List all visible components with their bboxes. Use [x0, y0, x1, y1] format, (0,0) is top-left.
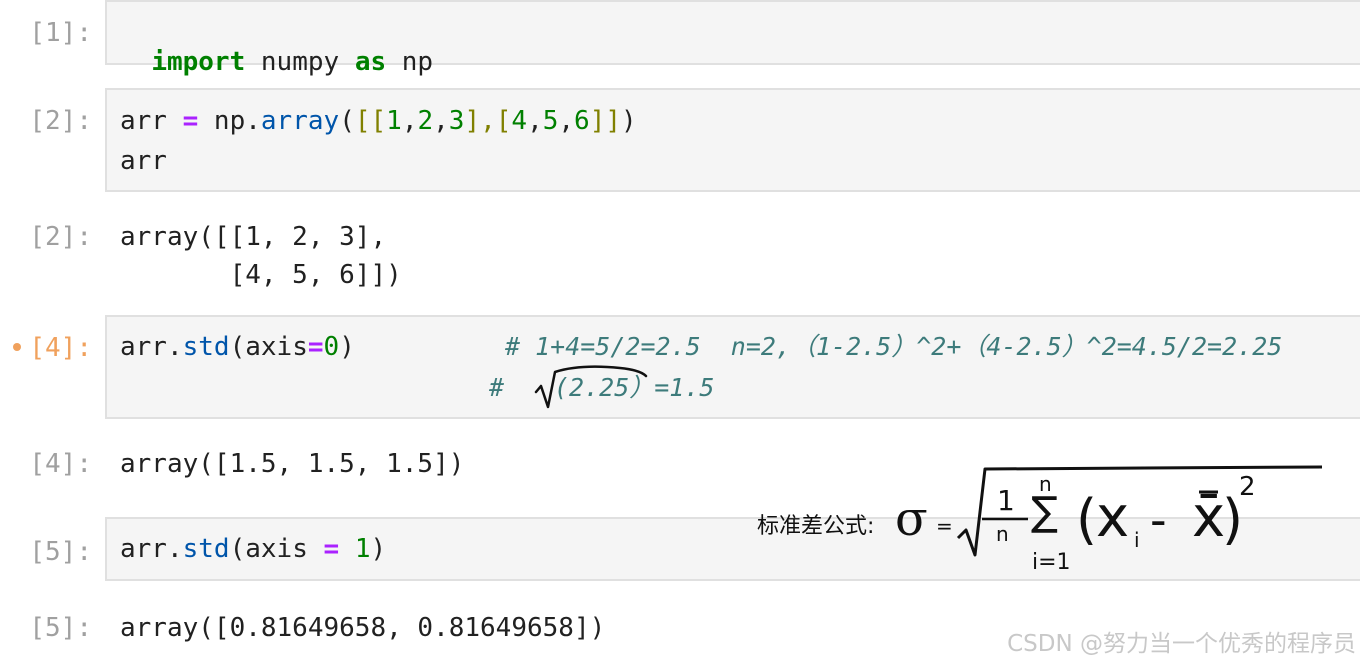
bracket: ],[ [464, 106, 512, 136]
number: 3 [448, 106, 465, 136]
comma: , [558, 106, 575, 136]
sigma-symbol: σ [895, 491, 928, 547]
keyword-import: import [151, 47, 246, 77]
code-token: ) [339, 332, 355, 362]
formula-x-bar: x̄ [1192, 485, 1226, 550]
number: 5 [542, 106, 559, 136]
code-line[interactable]: arr = np.array([[1,2,3],[4,5,6]]) [120, 106, 637, 136]
output-line: [4, 5, 6]]) [120, 260, 402, 290]
code-line[interactable]: import numpy as np [120, 17, 433, 77]
code-token: (axis [229, 332, 308, 362]
formula-label: 标准差公式: [757, 514, 875, 539]
sum-lower-limit: i=1 [1032, 550, 1071, 575]
code-line[interactable]: arr [120, 146, 167, 176]
code-token: ( [339, 106, 355, 136]
code-token: ) [370, 534, 387, 564]
code-cell-2[interactable] [105, 88, 1360, 192]
fraction-denominator: n [996, 522, 1009, 546]
function-name: array [260, 106, 340, 136]
code-token: ) [621, 106, 637, 136]
comma: , [433, 106, 449, 136]
assign-operator: = [307, 332, 324, 362]
output-prompt-2: [2]: [29, 222, 92, 252]
input-prompt-2: [2]: [29, 106, 92, 136]
formula-minus: - [1150, 493, 1167, 547]
output-line: array([[1, 2, 3], [120, 222, 387, 252]
formula-subscript-i: i [1134, 528, 1140, 552]
code-line[interactable]: arr.std(axis = 1) [120, 534, 386, 564]
function-name: std [182, 332, 230, 362]
keyword-as: as [354, 47, 387, 77]
code-token: arr. [120, 332, 183, 362]
formula-open-paren: ( [1076, 488, 1098, 551]
code-cell-4[interactable] [105, 315, 1360, 419]
number: 2 [417, 106, 434, 136]
input-prompt-1: [1]: [29, 18, 92, 48]
number: 1 [339, 534, 371, 564]
code-token: arr [120, 106, 183, 136]
function-name: std [182, 534, 230, 564]
code-token: np. [198, 106, 261, 136]
input-prompt-5: [5]: [29, 537, 92, 567]
number: 1 [386, 106, 402, 136]
code-comment: (2.25）=1.5 [554, 373, 715, 402]
code-comment: # 1+4=5/2=2.5 n=2,（1-2.5）^2+（4-2.5）^2=4.… [505, 332, 1283, 361]
code-comment-hash: # [489, 373, 505, 402]
formula-exponent: 2 [1239, 472, 1256, 502]
code-token: arr. [120, 534, 183, 564]
bracket: ]] [589, 106, 621, 136]
output-prompt-4: [4]: [29, 449, 92, 479]
module-name: numpy [245, 47, 355, 77]
number: 0 [323, 332, 340, 362]
comma: , [401, 106, 418, 136]
code-line[interactable]: arr.std(axis=0) [120, 332, 355, 362]
assign-operator: = [323, 534, 340, 564]
bracket: [[ [354, 106, 387, 136]
comma: , [527, 106, 543, 136]
code-token: (axis [229, 534, 324, 564]
number: 4 [511, 106, 528, 136]
fraction-numerator: 1 [997, 484, 1015, 517]
number: 6 [574, 106, 590, 136]
output-line: array([1.5, 1.5, 1.5]) [120, 449, 465, 479]
alias-name: np [386, 47, 434, 77]
summation-icon: ∑ [1031, 489, 1058, 535]
equals-sign: = [936, 514, 953, 538]
assign-operator: = [182, 106, 199, 136]
watermark: CSDN @努力当一个优秀的程序员 [1007, 631, 1356, 657]
formula-x: x [1096, 485, 1130, 550]
input-prompt-4: [4]: [29, 333, 92, 363]
output-prompt-5: [5]: [29, 613, 92, 643]
output-line: array([0.81649658, 0.81649658]) [120, 613, 606, 643]
